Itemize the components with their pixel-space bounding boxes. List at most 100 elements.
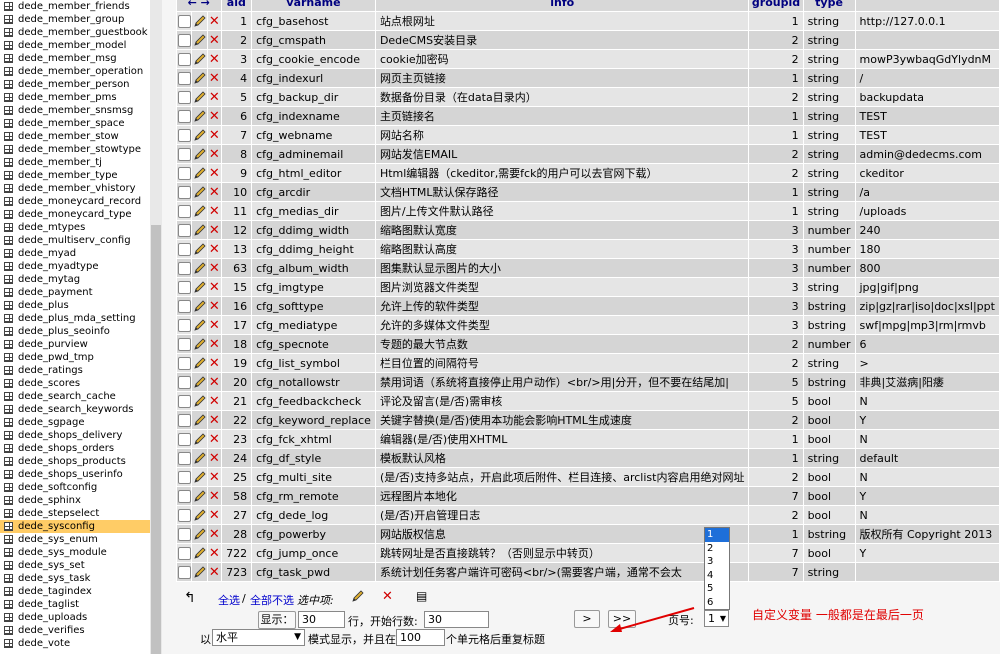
delete-icon[interactable]: ✕ xyxy=(209,242,220,257)
row-checkbox[interactable] xyxy=(176,258,193,278)
row-delete[interactable]: ✕ xyxy=(207,68,222,88)
row-delete[interactable]: ✕ xyxy=(207,258,222,278)
row-delete[interactable]: ✕ xyxy=(207,505,222,525)
pencil-icon[interactable] xyxy=(193,14,207,27)
delete-icon[interactable]: ✕ xyxy=(209,90,220,105)
delete-icon[interactable]: ✕ xyxy=(209,413,220,428)
sidebar-item-dede-moneycard-record[interactable]: dede_moneycard_record xyxy=(0,195,150,208)
row-edit[interactable] xyxy=(191,125,209,145)
show-rows-input[interactable]: 30 xyxy=(298,611,345,628)
sidebar-item-dede-plus-seoinfo[interactable]: dede_plus_seoinfo xyxy=(0,325,150,338)
sidebar-item-dede-member-pms[interactable]: dede_member_pms xyxy=(0,91,150,104)
delete-icon[interactable]: ✕ xyxy=(209,33,220,48)
pencil-icon[interactable] xyxy=(193,128,207,141)
delete-icon[interactable]: ✕ xyxy=(209,223,220,238)
pencil-icon[interactable] xyxy=(193,565,207,578)
pencil-icon[interactable] xyxy=(193,432,207,445)
pencil-icon[interactable] xyxy=(193,52,207,65)
checkbox[interactable] xyxy=(177,508,191,522)
row-delete[interactable]: ✕ xyxy=(207,467,222,487)
sidebar-item-dede-mtypes[interactable]: dede_mtypes xyxy=(0,221,150,234)
row-checkbox[interactable] xyxy=(176,543,193,563)
row-edit[interactable] xyxy=(191,49,209,69)
sidebar-item-dede-member-tj[interactable]: dede_member_tj xyxy=(0,156,150,169)
row-checkbox[interactable] xyxy=(176,467,193,487)
row-checkbox[interactable] xyxy=(176,372,193,392)
row-delete[interactable]: ✕ xyxy=(207,524,222,544)
pencil-icon[interactable] xyxy=(193,546,207,559)
pencil-icon[interactable] xyxy=(193,261,207,274)
sidebar-item-dede-member-operation[interactable]: dede_member_operation xyxy=(0,65,150,78)
row-edit[interactable] xyxy=(191,163,209,183)
pencil-icon[interactable] xyxy=(193,204,207,217)
row-checkbox[interactable] xyxy=(176,30,193,50)
row-edit[interactable] xyxy=(191,220,209,240)
delete-icon[interactable]: ✕ xyxy=(209,432,220,447)
delete-icon[interactable]: ✕ xyxy=(209,147,220,162)
checkbox[interactable] xyxy=(177,223,191,237)
bulk-edit-icon[interactable] xyxy=(351,589,365,603)
delete-icon[interactable]: ✕ xyxy=(209,280,220,295)
header-aid[interactable]: aid xyxy=(220,0,253,12)
sidebar-item-dede-sys-task[interactable]: dede_sys_task xyxy=(0,572,150,585)
checkbox[interactable] xyxy=(177,470,191,484)
checkbox[interactable] xyxy=(177,261,191,275)
delete-icon[interactable]: ✕ xyxy=(209,451,220,466)
pencil-icon[interactable] xyxy=(193,451,207,464)
delete-icon[interactable]: ✕ xyxy=(209,318,220,333)
row-edit[interactable] xyxy=(191,467,209,487)
row-edit[interactable] xyxy=(191,296,209,316)
row-delete[interactable]: ✕ xyxy=(207,448,222,468)
checkbox[interactable] xyxy=(177,489,191,503)
sidebar-item-dede-sys-set[interactable]: dede_sys_set xyxy=(0,559,150,572)
checkbox[interactable] xyxy=(177,33,191,47)
row-edit[interactable] xyxy=(191,315,209,335)
sidebar-item-dede-shops-products[interactable]: dede_shops_products xyxy=(0,455,150,468)
delete-icon[interactable]: ✕ xyxy=(209,508,220,523)
row-delete[interactable]: ✕ xyxy=(207,543,222,563)
mode-select[interactable]: 水平 ▼ xyxy=(212,629,305,646)
row-delete[interactable]: ✕ xyxy=(207,182,222,202)
delete-icon[interactable]: ✕ xyxy=(209,166,220,181)
row-delete[interactable]: ✕ xyxy=(207,410,222,430)
row-delete[interactable]: ✕ xyxy=(207,11,222,31)
delete-icon[interactable]: ✕ xyxy=(209,204,220,219)
sidebar-item-dede-member-friends[interactable]: dede_member_friends xyxy=(0,0,150,13)
sidebar-item-dede-member-guestbook[interactable]: dede_member_guestbook xyxy=(0,26,150,39)
row-checkbox[interactable] xyxy=(176,296,193,316)
row-checkbox[interactable] xyxy=(176,125,193,145)
select-none-link[interactable]: 全部不选 xyxy=(250,592,294,608)
pencil-icon[interactable] xyxy=(193,508,207,521)
row-delete[interactable]: ✕ xyxy=(207,239,222,259)
checkbox[interactable] xyxy=(177,52,191,66)
pencil-icon[interactable] xyxy=(193,147,207,160)
row-checkbox[interactable] xyxy=(176,524,193,544)
row-edit[interactable] xyxy=(191,30,209,50)
page-number-select[interactable]: 1 ▼ xyxy=(704,610,729,627)
show-button[interactable]: 显示： xyxy=(258,611,296,629)
row-checkbox[interactable] xyxy=(176,277,193,297)
pencil-icon[interactable] xyxy=(193,280,207,293)
delete-icon[interactable]: ✕ xyxy=(209,299,220,314)
sidebar-item-dede-multiserv-config[interactable]: dede_multiserv_config xyxy=(0,234,150,247)
checkbox[interactable] xyxy=(177,242,191,256)
sidebar-item-dede-uploads[interactable]: dede_uploads xyxy=(0,611,150,624)
sidebar-item-dede-ratings[interactable]: dede_ratings xyxy=(0,364,150,377)
row-checkbox[interactable] xyxy=(176,144,193,164)
sidebar-item-dede-search-keywords[interactable]: dede_search_keywords xyxy=(0,403,150,416)
row-edit[interactable] xyxy=(191,87,209,107)
row-delete[interactable]: ✕ xyxy=(207,372,222,392)
sidebar-item-dede-purview[interactable]: dede_purview xyxy=(0,338,150,351)
row-edit[interactable] xyxy=(191,372,209,392)
row-delete[interactable]: ✕ xyxy=(207,429,222,449)
sidebar-item-dede-moneycard-type[interactable]: dede_moneycard_type xyxy=(0,208,150,221)
sidebar-item-dede-myadtype[interactable]: dede_myadtype xyxy=(0,260,150,273)
sidebar-item-dede-mytag[interactable]: dede_mytag xyxy=(0,273,150,286)
checkbox[interactable] xyxy=(177,185,191,199)
sidebar-item-dede-scores[interactable]: dede_scores xyxy=(0,377,150,390)
sidebar-item-dede-member-model[interactable]: dede_member_model xyxy=(0,39,150,52)
row-delete[interactable]: ✕ xyxy=(207,49,222,69)
row-delete[interactable]: ✕ xyxy=(207,163,222,183)
checkbox[interactable] xyxy=(177,527,191,541)
row-edit[interactable] xyxy=(191,144,209,164)
